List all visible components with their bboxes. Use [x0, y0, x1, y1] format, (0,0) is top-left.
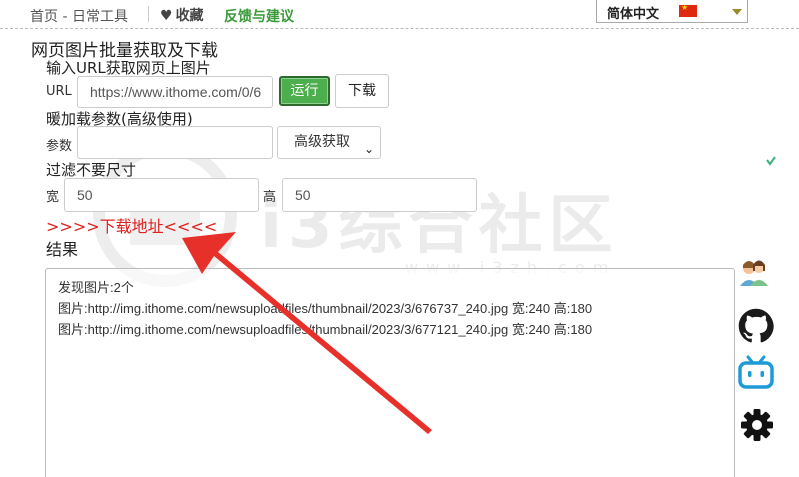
run-button[interactable]: 运行 — [279, 76, 330, 106]
width-input[interactable]: 50 — [64, 178, 259, 212]
heart-icon: ♥ — [160, 8, 173, 24]
china-flag-icon: ★ — [679, 3, 697, 17]
nav-feedback-link[interactable]: 反馈与建议 — [224, 6, 294, 26]
url-label: URL — [46, 84, 72, 99]
url-section-label: 输入URL获取网页上图片 — [46, 59, 211, 77]
height-label: 高 — [263, 190, 277, 205]
nav-favorite-label: 收藏 — [175, 8, 204, 24]
height-input[interactable]: 50 — [282, 178, 477, 212]
page: 首页 - 日常工具 ♥收藏 反馈与建议 简体中文 ★ i3综合社区 www.i3… — [0, 0, 799, 477]
results-label: 结果 — [46, 240, 79, 259]
download-button[interactable]: 下载 — [335, 74, 389, 108]
mode-select-value: 高级获取 — [294, 134, 350, 150]
settings-icon[interactable] — [739, 407, 775, 443]
github-icon[interactable] — [738, 308, 774, 344]
width-label: 宽 — [46, 190, 60, 205]
language-label: 简体中文 — [607, 7, 660, 22]
filter-section-label: 过滤不要尺寸 — [46, 161, 137, 179]
params-label: 参数 — [46, 139, 73, 154]
top-nav: 首页 - 日常工具 ♥ 收藏 反馈与建议 简体中文 ★ — [0, 0, 799, 29]
mode-select[interactable]: 高级获取 ⌄ — [277, 126, 381, 159]
download-link[interactable]: >>>>下载地址<<<< — [46, 213, 217, 237]
results-line: 图片:http://img.ithome.com/newsuploadfiles… — [58, 301, 593, 316]
results-box[interactable]: 发现图片:2个 图片:http://img.ithome.com/newsupl… — [45, 268, 735, 477]
results-line: 发现图片:2个 — [58, 280, 134, 295]
url-input[interactable]: https://www.ithome.com/0/6 — [77, 76, 273, 108]
nav-favorite-link[interactable]: ♥ 收藏 — [160, 5, 204, 25]
check-icon[interactable] — [760, 152, 784, 172]
nav-divider — [148, 6, 149, 22]
users-icon[interactable] — [738, 256, 770, 288]
bilibili-icon[interactable] — [738, 355, 774, 389]
params-input[interactable] — [77, 126, 273, 159]
language-select[interactable]: 简体中文 ★ — [596, 0, 748, 23]
chevron-down-icon: ⌄ — [363, 142, 374, 156]
chevron-down-icon — [732, 9, 742, 15]
results-line: 图片:http://img.ithome.com/newsuploadfiles… — [58, 322, 593, 337]
nav-home-link[interactable]: 首页 - 日常工具 — [30, 6, 128, 26]
